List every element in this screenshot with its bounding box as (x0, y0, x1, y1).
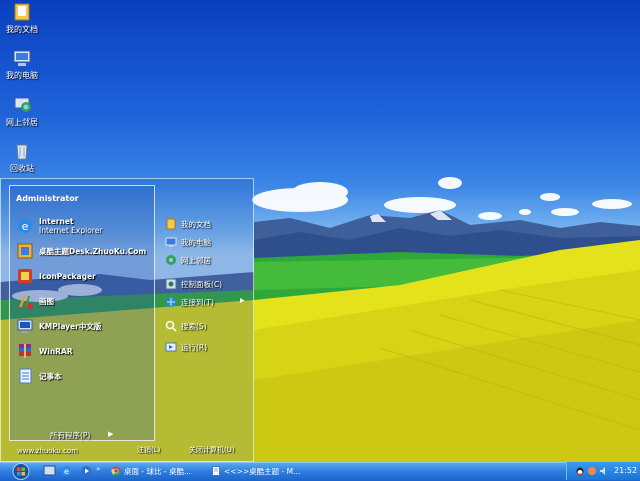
place-label: 我的电脑 (181, 237, 211, 247)
desktop-icon-my-documents[interactable]: 我的文档 (0, 2, 44, 35)
desktop-icon-label: 网上邻居 (6, 118, 38, 127)
quicklaunch-media-icon[interactable] (80, 465, 93, 477)
program-item-iconpackager[interactable]: IconPackager (16, 266, 150, 286)
desktop-icon-recycle-bin[interactable]: 回收站 (0, 141, 44, 174)
program-label: KMPlayer中文版 (39, 321, 102, 331)
chrome-icon (111, 466, 121, 476)
logoff-button[interactable]: 注销(L) (137, 445, 160, 455)
svg-text:e: e (64, 467, 69, 476)
place-item-network[interactable]: 网上邻居 (165, 252, 211, 268)
search-icon (165, 320, 177, 332)
chevron-right-icon: ▶ (108, 430, 114, 438)
place-item-my-computer[interactable]: 我的电脑 (165, 234, 211, 250)
qq-icon[interactable] (575, 466, 585, 476)
start-menu-website: www.zhuoku.com (17, 447, 79, 455)
program-sublabel: Internet Explorer (39, 226, 103, 235)
volume-icon[interactable] (599, 466, 609, 476)
computer-icon (13, 50, 31, 66)
program-label: 画图 (39, 296, 54, 306)
taskbar-task-browser[interactable]: 桌面 - 球比 - 桌酷... (108, 464, 204, 478)
program-item-notepad[interactable]: 记事本 (16, 366, 150, 386)
place-label: 网上邻居 (181, 255, 211, 265)
place-item-my-documents[interactable]: 我的文档 (165, 216, 211, 232)
program-item-zhuoku[interactable]: 桌酷主题Desk.ZhuoKu.Com (16, 241, 150, 261)
program-label: 桌酷主题Desk.ZhuoKu.Com (39, 246, 147, 256)
desktop-icon-label: 我的文档 (6, 25, 38, 34)
place-item-search[interactable]: 搜索(S) (165, 318, 207, 334)
all-programs-button[interactable]: 所有程序(P) (50, 430, 90, 441)
internet-explorer-icon: e (18, 219, 32, 233)
program-item-winrar[interactable]: WinRAR (16, 341, 150, 361)
connect-icon (166, 297, 176, 307)
program-label: IconPackager (39, 271, 96, 281)
start-menu-programs-panel: Administrator e Internet Internet Explore… (9, 185, 155, 441)
desktop-icon-network[interactable]: 网上邻居 (0, 95, 44, 128)
program-label: 记事本 (39, 371, 62, 381)
task-label: <<>>桌酷主题 - M... (224, 466, 301, 476)
place-item-run[interactable]: 运行(R) (165, 339, 207, 355)
program-item-kmplayer[interactable]: KMPlayer中文版 (16, 316, 150, 336)
place-label: 搜索(S) (181, 321, 207, 331)
program-label: WinRAR (39, 346, 73, 356)
zhuoku-icon (17, 243, 33, 259)
desktop-icon-label: 回收站 (10, 164, 34, 173)
folder-docs-icon (14, 3, 30, 21)
paint-icon (19, 295, 33, 309)
task-label: 桌面 - 球比 - 桌酷... (124, 466, 192, 476)
folder-docs-icon (166, 218, 176, 230)
recycle-bin-icon (16, 144, 28, 160)
place-item-control-panel[interactable]: 控制面板(C) (165, 276, 222, 292)
iconpackager-icon (18, 269, 32, 283)
program-item-internet[interactable]: e Internet Internet Explorer (16, 216, 150, 236)
taskbar-task-document[interactable]: <<>>桌酷主题 - M... (208, 464, 302, 478)
quicklaunch-show-desktop-icon[interactable] (43, 465, 56, 477)
desktop-icon-label: 我的电脑 (6, 71, 38, 80)
svg-text:e: e (22, 220, 29, 233)
start-menu-username: Administrator (16, 194, 79, 203)
chevron-right-icon: ▶ (240, 297, 245, 304)
start-menu: Administrator e Internet Internet Explore… (0, 178, 254, 462)
control-panel-icon (165, 278, 177, 290)
notepad-icon (19, 368, 32, 384)
quicklaunch-ie-icon[interactable]: e (60, 465, 73, 477)
chevron-right-icon[interactable]: » (96, 465, 100, 473)
shutdown-button[interactable]: 关闭计算机(U) (189, 445, 235, 455)
place-label: 运行(R) (181, 342, 208, 352)
place-label: 我的文档 (181, 219, 211, 229)
network-status-icon[interactable] (587, 466, 597, 476)
computer-icon (165, 237, 177, 247)
network-icon (14, 97, 31, 112)
network-icon (166, 255, 176, 265)
start-button[interactable] (10, 463, 32, 480)
run-icon (165, 342, 177, 352)
place-label: 控制面板(C) (181, 279, 223, 289)
place-label: 连接到(T) (181, 297, 214, 307)
taskbar-clock[interactable]: 21:52 (614, 466, 637, 475)
place-item-connect-to[interactable]: 连接到(T) (165, 294, 214, 310)
program-item-paint[interactable]: 画图 (16, 291, 150, 311)
program-label: Internet (39, 217, 74, 226)
desktop-icon-my-computer[interactable]: 我的电脑 (0, 48, 44, 81)
winrar-icon (19, 344, 31, 358)
document-icon (212, 466, 220, 476)
kmplayer-icon (17, 319, 33, 333)
